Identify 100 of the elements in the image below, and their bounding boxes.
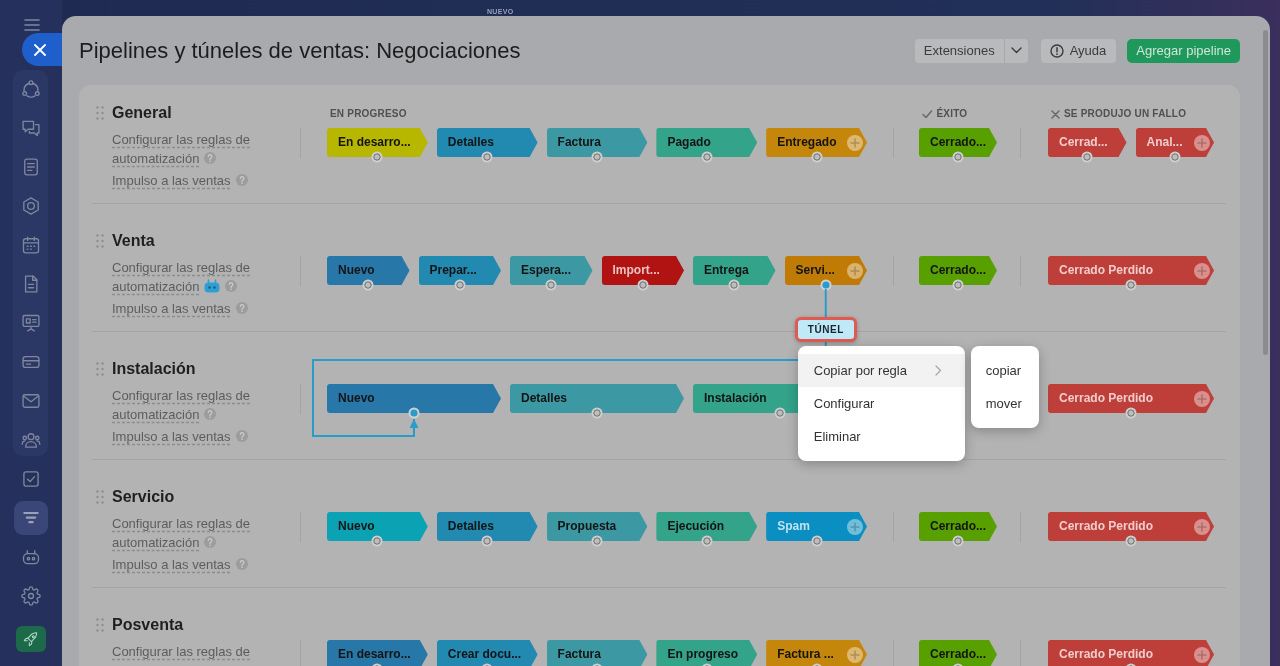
add-pipeline-button[interactable]: Agregar pipeline [1127, 38, 1240, 63]
connector-dot-icon[interactable] [591, 535, 603, 547]
connector-dot-icon[interactable] [952, 535, 964, 547]
sales-boost-link[interactable]: Impulso a las ventas [112, 171, 248, 190]
sales-boost-link[interactable]: Impulso a las ventas [112, 427, 248, 446]
connector-dot-icon[interactable] [1081, 151, 1094, 163]
pipeline-stage[interactable]: Import... [601, 256, 684, 285]
automation-rules-link[interactable]: Configurar las reglas de [112, 642, 251, 661]
cycle-icon[interactable] [20, 78, 41, 99]
pipeline-stage[interactable]: Cerrado Perdido [1048, 512, 1214, 541]
menu-item[interactable]: Copiar por regla [797, 354, 965, 387]
connector-dot-icon[interactable] [1168, 151, 1181, 163]
connector-dot-icon[interactable] [1125, 407, 1137, 419]
connector-dot-icon[interactable] [774, 407, 786, 419]
pipeline-stage[interactable]: Cerrado... [919, 256, 997, 285]
connector-dot-icon[interactable] [1125, 535, 1137, 547]
connector-dot-icon[interactable] [481, 535, 494, 547]
connector-dot-icon[interactable] [545, 279, 558, 291]
pipeline-stage[interactable]: Nuevo [327, 384, 501, 413]
pipeline-stage[interactable]: Servi... [784, 256, 867, 285]
pipeline-stage[interactable]: Entrega [693, 256, 776, 285]
connector-dot-icon[interactable] [362, 279, 375, 291]
pipeline-stage[interactable]: Cerrado... [919, 128, 997, 157]
help-icon[interactable] [225, 280, 238, 292]
help-icon[interactable] [235, 558, 248, 570]
dropdown-button[interactable] [1003, 38, 1028, 63]
pipeline-stage[interactable]: Cerrad... [1048, 128, 1127, 157]
pipeline-stage[interactable]: Propuesta [546, 512, 648, 541]
plus-icon[interactable] [1194, 518, 1210, 535]
plus-icon[interactable] [1194, 134, 1210, 151]
connector-dot-icon[interactable] [481, 151, 494, 163]
help-icon[interactable] [235, 430, 248, 442]
sales-boost-link[interactable]: Impulso a las ventas [112, 555, 248, 574]
connector-dot-icon[interactable] [728, 279, 741, 291]
pipeline-stage[interactable]: Detalles [436, 128, 538, 157]
close-button[interactable] [22, 33, 62, 66]
connector-dot-icon[interactable] [408, 407, 420, 419]
connector-dot-icon[interactable] [591, 407, 603, 419]
pipeline-stage[interactable]: Cerrado Perdido [1048, 384, 1214, 413]
settings-icon[interactable] [20, 585, 41, 606]
presentation-board-icon[interactable] [20, 312, 41, 333]
sales-boost-link[interactable]: Impulso a las ventas [112, 299, 248, 318]
funnel-icon[interactable] [13, 500, 48, 535]
plus-icon[interactable] [847, 646, 863, 663]
pipeline-stage[interactable]: Entregado [766, 128, 867, 157]
extensions-button[interactable]: Extensiones [914, 38, 1004, 63]
plus-icon[interactable] [847, 518, 863, 535]
drag-handle-icon[interactable] [96, 106, 104, 120]
pipeline-stage[interactable]: Pagado [656, 128, 758, 157]
pipeline-stage[interactable]: Factura ... [766, 640, 867, 666]
automation-rules-link[interactable]: Configurar las reglas de automatización [112, 514, 277, 552]
rocket-icon[interactable] [15, 625, 46, 652]
drag-handle-icon[interactable] [96, 618, 104, 632]
help-icon[interactable] [235, 302, 248, 314]
plus-icon[interactable] [1194, 262, 1210, 279]
submenu-item[interactable]: copiar [970, 354, 1039, 387]
pipeline-stage[interactable]: Anal... [1135, 128, 1214, 157]
menu-item[interactable]: Eliminar [797, 420, 965, 453]
connector-dot-icon[interactable] [591, 151, 603, 163]
connector-dot-icon[interactable] [453, 279, 466, 291]
automation-rules-link[interactable]: Configurar las reglas de automatización [112, 258, 277, 296]
drag-handle-icon[interactable] [96, 362, 104, 376]
plus-icon[interactable] [1194, 390, 1210, 407]
connector-dot-icon[interactable] [371, 151, 384, 163]
pipeline-stage[interactable]: Factura [546, 640, 648, 666]
calendar-icon[interactable] [20, 234, 41, 255]
pipeline-stage[interactable]: Ejecución [656, 512, 758, 541]
submenu-item[interactable]: mover [970, 387, 1039, 420]
connector-dot-icon[interactable] [952, 279, 964, 291]
connector-dot-icon[interactable] [810, 151, 823, 163]
connector-dot-icon[interactable] [1125, 279, 1137, 291]
connector-dot-icon[interactable] [819, 279, 832, 291]
pipeline-stage[interactable]: Nuevo [327, 512, 428, 541]
help-icon[interactable] [204, 408, 217, 420]
connector-dot-icon[interactable] [371, 535, 384, 547]
scrollbar[interactable] [1263, 30, 1268, 355]
hexagon-icon[interactable] [20, 195, 41, 216]
pipeline-stage[interactable]: En progreso [656, 640, 758, 666]
help-icon[interactable] [204, 152, 217, 164]
pipeline-stage[interactable]: Cerrado Perdido [1048, 256, 1214, 285]
help-icon[interactable] [235, 174, 248, 186]
pipeline-stage[interactable]: En desarro... [327, 128, 428, 157]
plus-icon[interactable] [847, 262, 863, 279]
pipeline-stage[interactable]: Espera... [510, 256, 593, 285]
pipeline-stage[interactable]: Detalles [436, 512, 538, 541]
help-icon[interactable] [204, 536, 217, 548]
connector-dot-icon[interactable] [700, 151, 713, 163]
plus-icon[interactable] [1194, 646, 1210, 663]
drag-handle-icon[interactable] [96, 490, 104, 504]
automation-rules-link[interactable]: Configurar las reglas de automatización [112, 386, 277, 424]
automation-rules-link[interactable]: Configurar las reglas de automatización [112, 130, 277, 168]
menu-icon[interactable] [24, 19, 40, 31]
connector-dot-icon[interactable] [810, 535, 823, 547]
pipeline-stage[interactable]: Detalles [510, 384, 684, 413]
connector-dot-icon[interactable] [952, 151, 964, 163]
pipeline-stage[interactable]: Nuevo [327, 256, 410, 285]
pipeline-stage[interactable]: En desarro... [327, 640, 428, 666]
help-button[interactable]: Ayuda [1040, 38, 1117, 63]
connector-dot-icon[interactable] [636, 279, 649, 291]
pipeline-stage[interactable]: Crear docu... [436, 640, 538, 666]
